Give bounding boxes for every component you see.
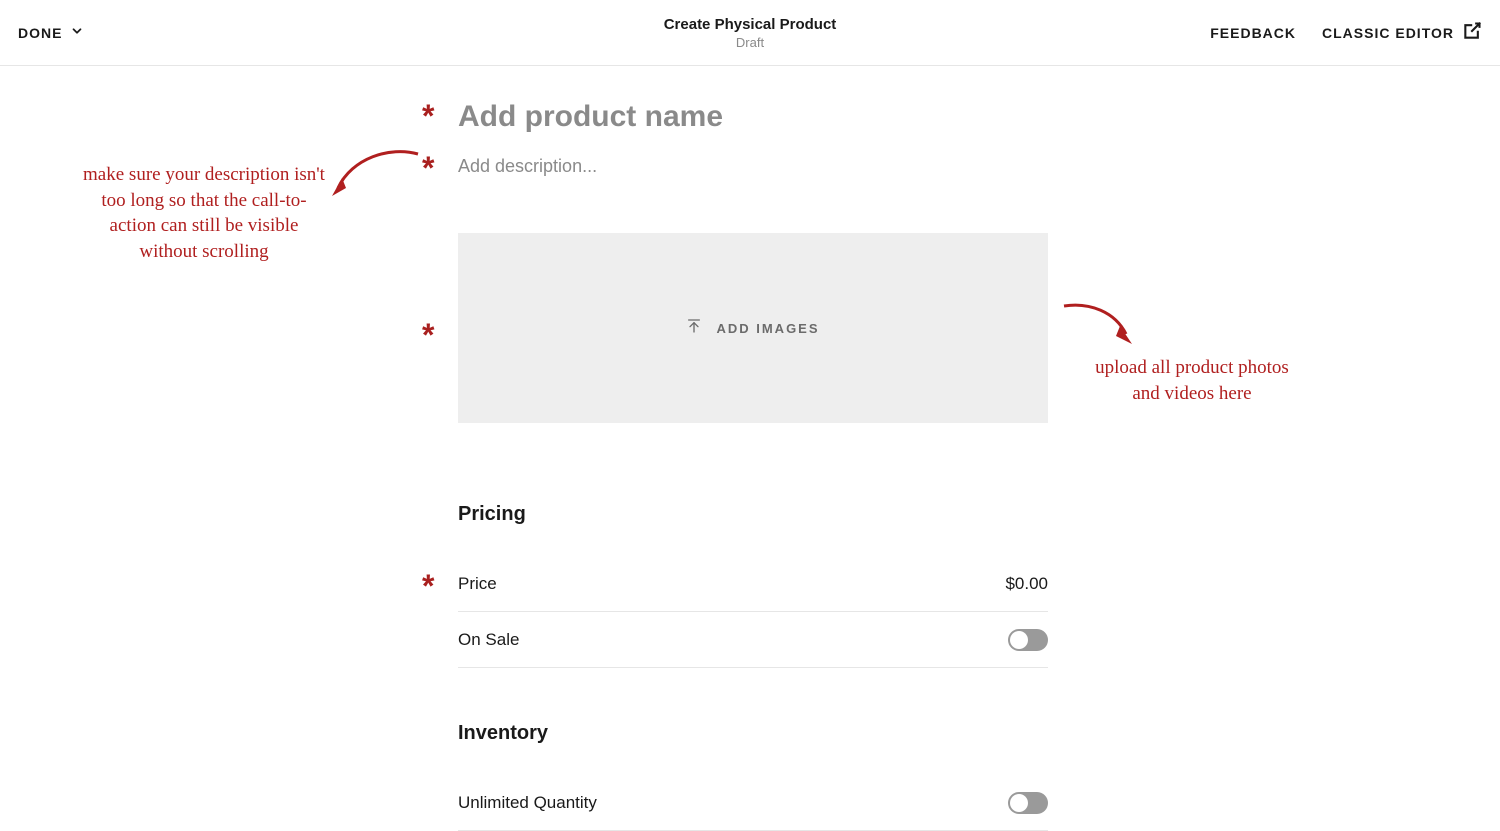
required-star-icon: * xyxy=(422,319,434,351)
feedback-link[interactable]: FEEDBACK xyxy=(1210,25,1296,41)
images-row: * ADD IMAGES xyxy=(458,233,1048,423)
external-link-icon xyxy=(1462,21,1482,44)
toggle-knob xyxy=(1010,631,1028,649)
upload-icon xyxy=(686,318,702,339)
done-button[interactable]: DONE xyxy=(18,24,84,41)
annotation-description-tip: make sure your description isn't too lon… xyxy=(80,162,328,265)
header-actions: FEEDBACK CLASSIC EDITOR xyxy=(1210,21,1482,44)
page-title: Create Physical Product xyxy=(664,16,837,33)
toggle-knob xyxy=(1010,794,1028,812)
required-star-icon: * xyxy=(422,570,434,602)
price-row[interactable]: * Price $0.00 xyxy=(458,556,1048,612)
annotation-upload-tip: upload all product photos and videos her… xyxy=(1093,355,1291,406)
on-sale-row: On Sale xyxy=(458,612,1048,668)
feedback-label: FEEDBACK xyxy=(1210,25,1296,41)
on-sale-label: On Sale xyxy=(458,630,519,650)
unlimited-quantity-toggle[interactable] xyxy=(1008,792,1048,814)
description-row: * xyxy=(458,156,1048,177)
unlimited-quantity-row: Unlimited Quantity xyxy=(458,775,1048,831)
price-label: Price xyxy=(458,574,497,594)
add-images-dropzone[interactable]: ADD IMAGES xyxy=(458,233,1048,423)
required-star-icon: * xyxy=(422,100,434,132)
classic-editor-label: CLASSIC EDITOR xyxy=(1322,25,1454,41)
header-bar: DONE Create Physical Product Draft FEEDB… xyxy=(0,0,1500,66)
header-title-block: Create Physical Product Draft xyxy=(664,16,837,50)
on-sale-toggle[interactable] xyxy=(1008,629,1048,651)
chevron-down-icon xyxy=(70,24,84,41)
required-star-icon: * xyxy=(422,152,434,184)
name-row: * xyxy=(458,100,1048,134)
arrow-icon xyxy=(330,148,420,200)
add-images-label: ADD IMAGES xyxy=(716,321,819,336)
inventory-section-title: Inventory xyxy=(458,722,1048,745)
page-subtitle: Draft xyxy=(664,35,837,50)
price-value: $0.00 xyxy=(1005,574,1048,594)
product-description-input[interactable] xyxy=(458,156,1048,177)
unlimited-quantity-label: Unlimited Quantity xyxy=(458,793,597,813)
classic-editor-link[interactable]: CLASSIC EDITOR xyxy=(1322,21,1482,44)
product-form: * * * ADD IMAGES Pricing * Price $0.00 O… xyxy=(458,100,1048,831)
product-name-input[interactable] xyxy=(458,100,1048,134)
pricing-section-title: Pricing xyxy=(458,503,1048,526)
arrow-icon xyxy=(1060,300,1140,350)
done-label: DONE xyxy=(18,25,62,41)
